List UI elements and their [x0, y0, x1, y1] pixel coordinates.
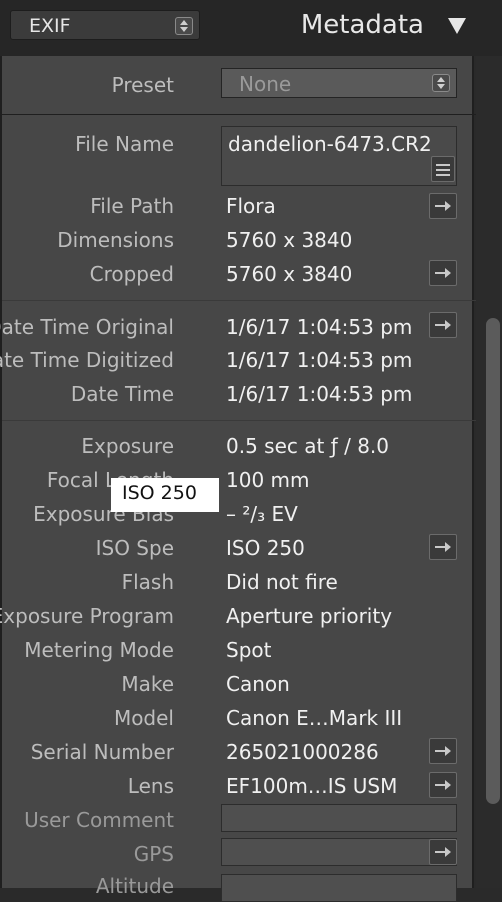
flash-value: Did not fire [226, 570, 338, 594]
lens-value: EF100m…IS USM [226, 774, 398, 798]
date-time-original-label: Date Time Original [0, 315, 174, 339]
make-label: Make [121, 672, 174, 696]
date-time-digitized-label: Date Time Digitized [0, 348, 174, 372]
serial-number-label: Serial Number [30, 740, 174, 764]
date-filter-arrow-icon[interactable] [429, 312, 457, 338]
go-to-crop-arrow-icon[interactable] [429, 260, 457, 286]
metering-mode-value: Spot [226, 638, 272, 662]
panel-header: EXIF Metadata [0, 0, 502, 56]
up-down-spinner-icon [432, 74, 450, 92]
panel-title: Metadata [300, 10, 424, 40]
flash-label: Flash [121, 570, 174, 594]
iso-tooltip: ISO 250 [111, 478, 219, 512]
file-path-value: Flora [226, 194, 276, 218]
up-down-spinner-icon [175, 17, 193, 35]
scrollbar-thumb[interactable] [486, 318, 500, 804]
exposure-program-label: Exposure Program [0, 604, 174, 628]
preset-value: None [239, 72, 292, 96]
list-icon[interactable] [431, 156, 455, 182]
iso-speed-label: ISO Spe [95, 536, 174, 560]
file-path-label: File Path [90, 194, 174, 218]
model-label: Model [113, 706, 174, 730]
divider [2, 420, 476, 421]
metadata-panel: Preset None File Name dandelion-6473.CR2… [0, 56, 476, 902]
metadata-set-label: EXIF [29, 15, 71, 37]
dimensions-label: Dimensions [57, 228, 174, 252]
user-comment-label: User Comment [24, 808, 174, 832]
serial-filter-arrow-icon[interactable] [429, 738, 457, 764]
collapse-triangle-icon[interactable] [448, 18, 466, 34]
preset-select[interactable]: None [221, 68, 457, 98]
gps-map-arrow-icon[interactable] [429, 839, 457, 865]
user-comment-field[interactable] [221, 804, 457, 832]
cropped-value: 5760 x 3840 [226, 262, 353, 286]
focal-length-value: 100 mm [226, 468, 310, 492]
divider [2, 114, 476, 115]
exposure-label: Exposure [81, 434, 174, 458]
date-time-original-value: 1/6/17 1:04:53 pm [226, 315, 413, 339]
date-time-label: Date Time [70, 382, 174, 406]
iso-filter-arrow-icon[interactable] [429, 534, 457, 560]
gps-label: GPS [133, 842, 174, 866]
exposure-bias-value: – ²/₃ EV [226, 502, 298, 526]
exposure-program-value: Aperture priority [226, 604, 393, 628]
make-value: Canon [226, 672, 290, 696]
altitude-label: Altitude [95, 874, 174, 898]
date-time-value: 1/6/17 1:04:53 pm [226, 382, 413, 406]
lens-label: Lens [127, 774, 174, 798]
metadata-set-select[interactable]: EXIF [10, 10, 200, 40]
gps-field[interactable] [221, 838, 457, 866]
cropped-label: Cropped [89, 262, 174, 286]
file-name-field[interactable]: dandelion-6473.CR2 [221, 126, 457, 186]
model-value: Canon E…Mark III [226, 706, 403, 730]
file-name-value: dandelion-6473.CR2 [228, 132, 432, 156]
lens-filter-arrow-icon[interactable] [429, 772, 457, 798]
altitude-field[interactable] [221, 874, 457, 902]
date-time-digitized-value: 1/6/17 1:04:53 pm [226, 348, 413, 372]
go-to-folder-arrow-icon[interactable] [429, 193, 457, 219]
preset-label: Preset [111, 73, 174, 97]
exposure-value: 0.5 sec at ƒ / 8.0 [226, 434, 389, 458]
divider [2, 300, 476, 301]
serial-number-value: 265021000286 [226, 740, 379, 764]
metering-mode-label: Metering Mode [24, 638, 174, 662]
dimensions-value: 5760 x 3840 [226, 228, 353, 252]
file-name-label: File Name [75, 132, 174, 156]
iso-speed-value: ISO 250 [226, 536, 305, 560]
